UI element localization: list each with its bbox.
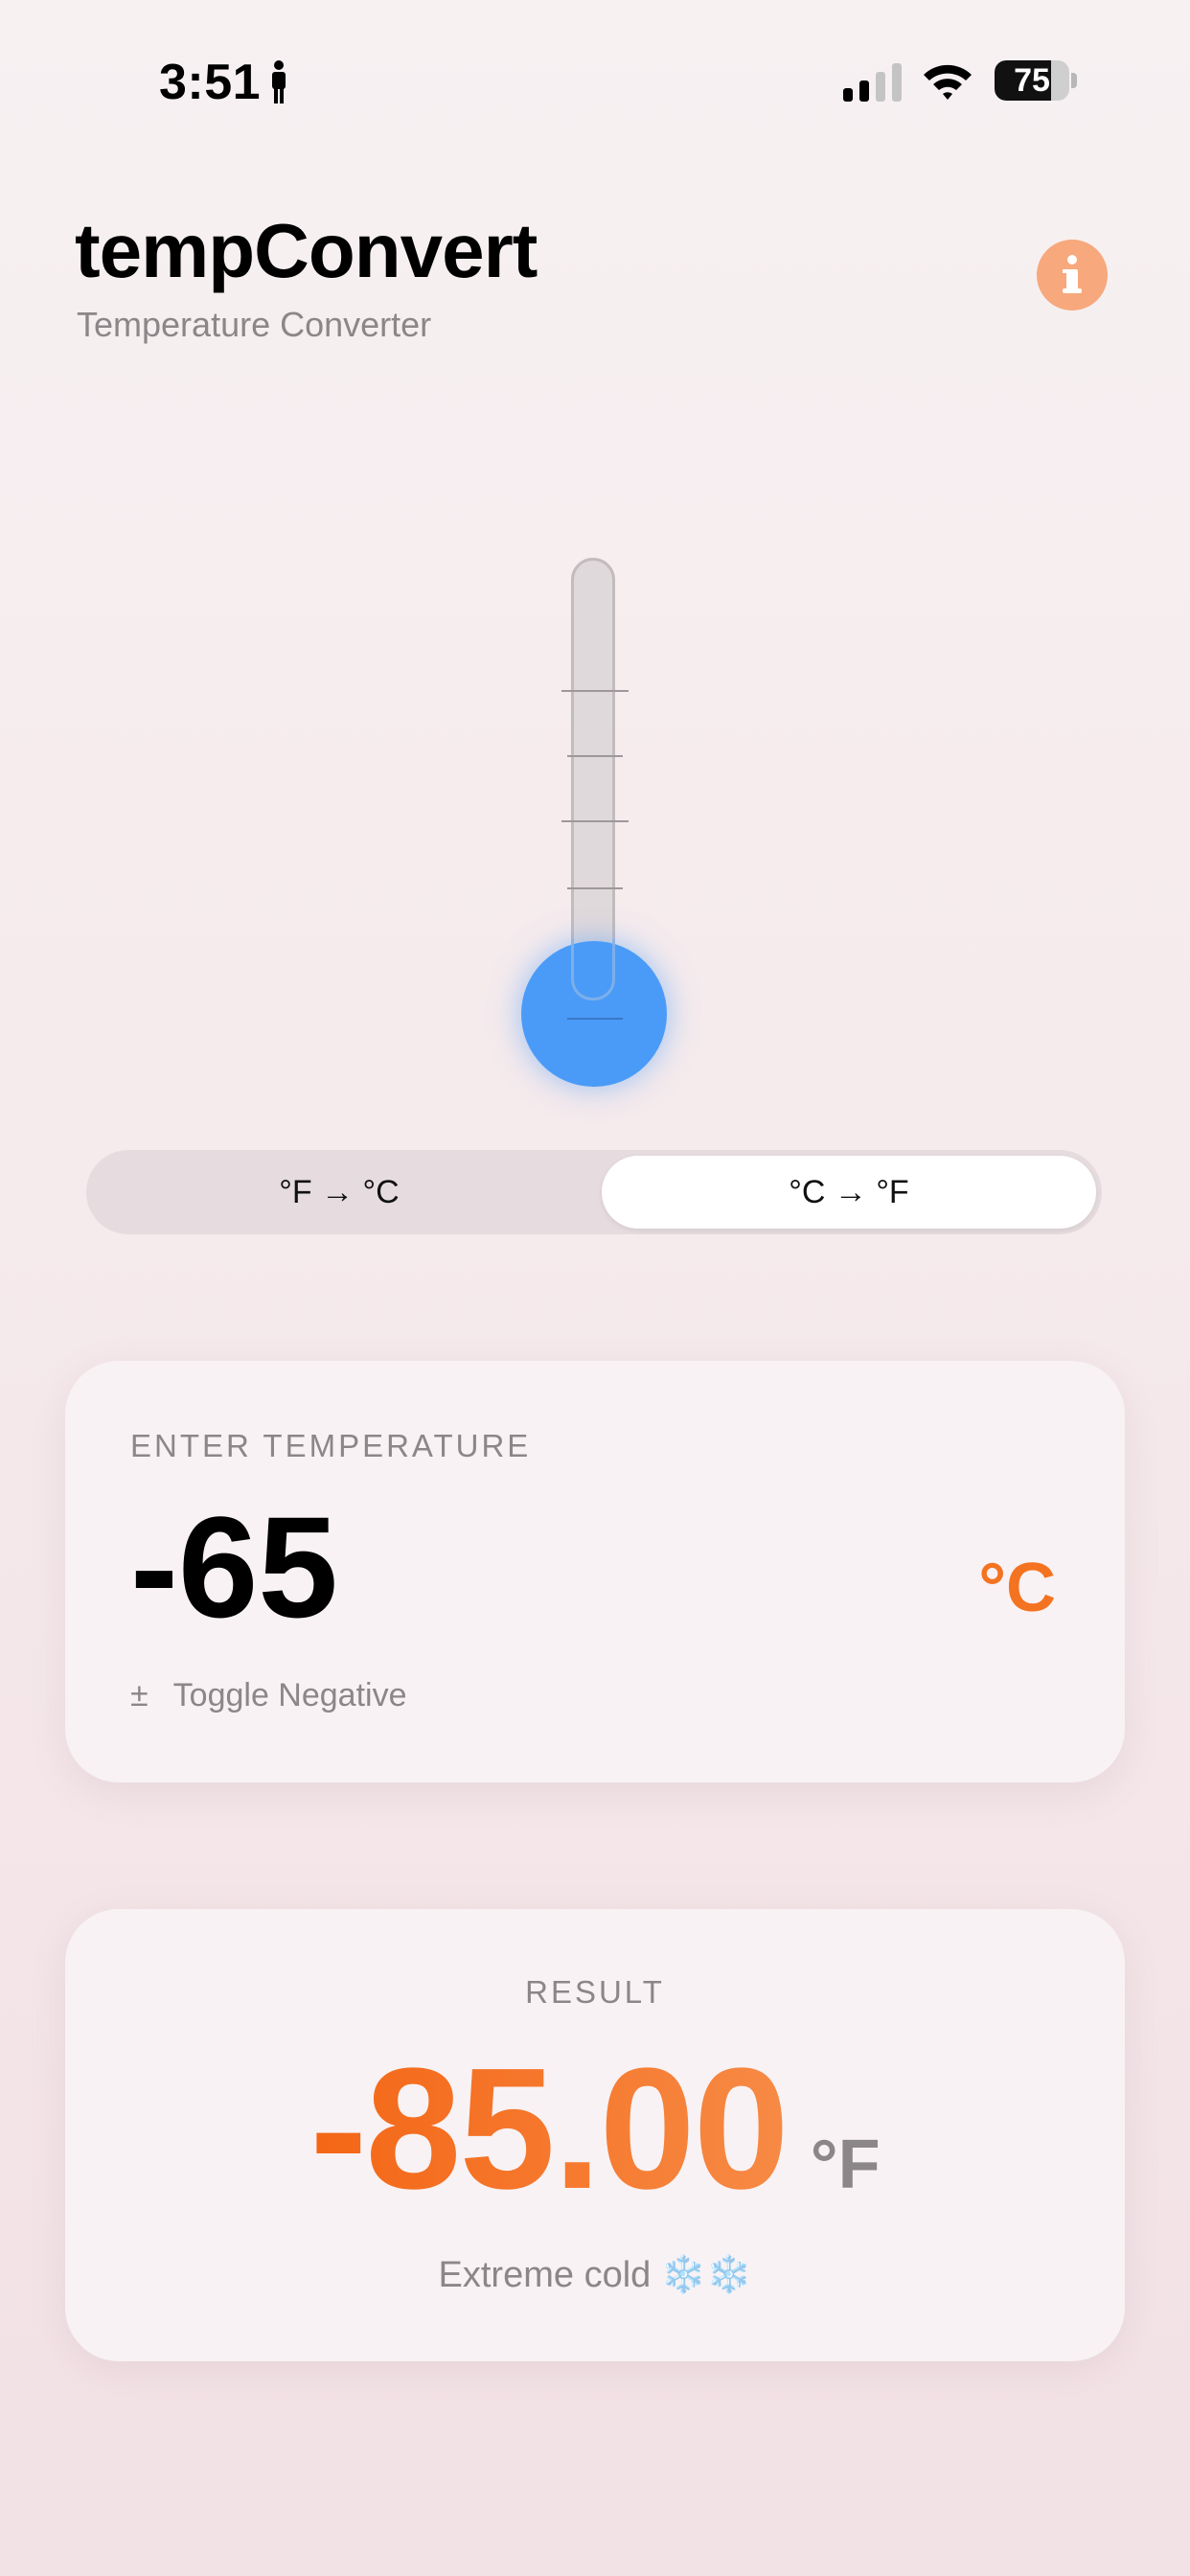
- temperature-input[interactable]: -65: [130, 1495, 338, 1639]
- thermometer-inner-tube: [571, 939, 615, 1000]
- app-title: tempConvert: [75, 208, 538, 293]
- thermometer-tick: [561, 690, 629, 692]
- battery-body: 75: [995, 60, 1069, 101]
- thermometer-tick: [567, 1018, 623, 1020]
- cellular-signal-icon: [843, 63, 902, 102]
- info-button[interactable]: [1037, 240, 1108, 310]
- result-unit: °F: [810, 2127, 881, 2203]
- mode-f-to-c-button[interactable]: °F → °C: [92, 1156, 586, 1229]
- input-unit: °C: [978, 1550, 1056, 1626]
- result-description: Extreme cold ❄️❄️: [438, 2255, 752, 2295]
- status-bar: 3:51 75: [0, 0, 1190, 163]
- input-label: ENTER TEMPERATURE: [130, 1428, 532, 1463]
- mode-c-to-f-button[interactable]: °C → °F: [602, 1156, 1096, 1229]
- wifi-icon: [924, 64, 972, 100]
- input-card: ENTER TEMPERATURE -65 °C ± Toggle Negati…: [65, 1361, 1125, 1782]
- app-subtitle: Temperature Converter: [77, 305, 432, 344]
- battery-percent: 75: [1014, 62, 1050, 99]
- toggle-negative-button[interactable]: ± Toggle Negative: [130, 1677, 407, 1714]
- toggle-negative-label: Toggle Negative: [172, 1677, 407, 1714]
- conversion-mode-selector: °F → °C °C → °F: [86, 1150, 1102, 1234]
- plus-minus-icon: ±: [130, 1677, 149, 1714]
- thermometer-tick: [561, 820, 629, 822]
- result-value: -85.00: [309, 2033, 789, 2225]
- thermometer-tick: [567, 755, 623, 757]
- battery-indicator: 75: [995, 60, 1077, 101]
- person-icon: [272, 60, 286, 104]
- result-card: RESULT -85.00 °F Extreme cold ❄️❄️: [65, 1909, 1125, 2361]
- thermometer-tick: [567, 887, 623, 889]
- result-row: -85.00 °F: [65, 2043, 1125, 2216]
- info-icon: [1063, 255, 1082, 293]
- thermometer: [508, 546, 682, 1089]
- battery-cap: [1071, 73, 1077, 88]
- result-label: RESULT: [525, 1974, 665, 2010]
- status-time: 3:51: [159, 55, 262, 110]
